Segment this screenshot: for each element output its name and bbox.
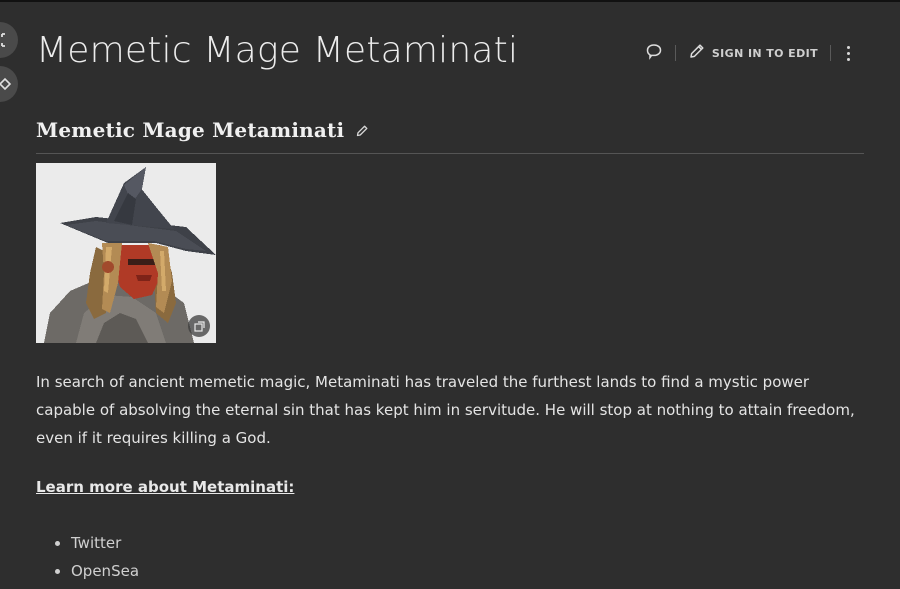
expand-button[interactable]	[0, 22, 18, 58]
kebab-menu-icon[interactable]	[843, 44, 854, 63]
sign-in-to-edit-button[interactable]: SIGN IN TO EDIT	[688, 42, 818, 64]
expand-icon	[0, 33, 12, 47]
action-separator	[830, 45, 831, 61]
wiki-page: Memetic Mage Metaminati SIGN IN TO EDIT …	[0, 0, 900, 589]
action-separator	[674, 45, 676, 61]
tag-button[interactable]	[0, 66, 18, 102]
section-heading: Memetic Mage Metaminati	[36, 118, 369, 142]
page-title: Memetic Mage Metaminati	[36, 30, 519, 71]
image-expand-icon[interactable]	[188, 315, 210, 337]
section-edit-icon[interactable]	[356, 124, 369, 137]
character-description: In search of ancient memetic magic, Meta…	[36, 373, 855, 447]
tag-icon	[0, 77, 12, 91]
character-portrait[interactable]	[36, 163, 216, 343]
twitter-link[interactable]: Twitter	[71, 529, 139, 557]
sign-in-to-edit-label: SIGN IN TO EDIT	[711, 46, 818, 60]
page-actions: SIGN IN TO EDIT	[645, 42, 854, 64]
comment-icon	[645, 42, 663, 64]
comment-button[interactable]	[645, 42, 663, 64]
opensea-link[interactable]: OpenSea	[71, 557, 139, 585]
learn-more-link[interactable]: Learn more about Metaminati:	[36, 478, 294, 496]
section-divider	[36, 153, 864, 154]
pencil-icon	[688, 42, 706, 64]
section-heading-text: Memetic Mage Metaminati	[36, 118, 345, 142]
external-links-list: Twitter OpenSea	[36, 529, 139, 585]
